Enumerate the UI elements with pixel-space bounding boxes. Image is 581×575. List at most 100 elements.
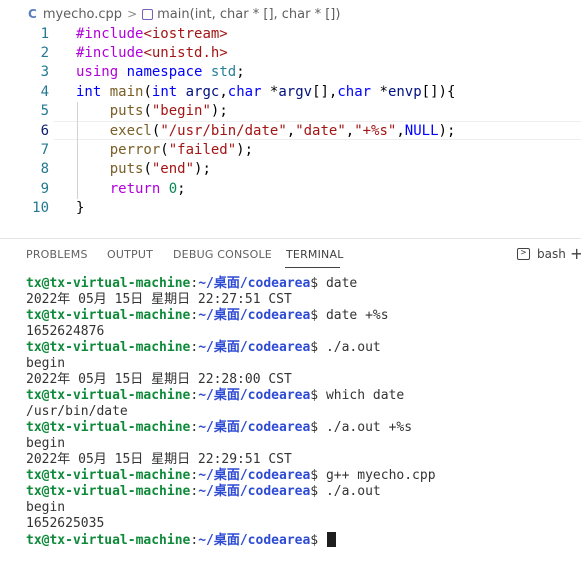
code-line[interactable]: 9 return 0;: [0, 179, 581, 198]
code-text: #include<iostream>: [76, 26, 228, 42]
prompt-path: ~/桌面/codearea: [198, 468, 311, 483]
code-token: "/usr/bin/date": [160, 122, 287, 139]
code-line[interactable]: 6 execl("/usr/bin/date","date","+%s",NUL…: [0, 121, 581, 140]
code-token: (: [160, 142, 169, 159]
code-token: );: [194, 161, 211, 178]
prompt-user: tx@tx-virtual-machine: [26, 533, 191, 548]
terminal-output-line: 1652625035: [26, 516, 105, 531]
shell-selector-label[interactable]: bash: [537, 247, 566, 261]
code-token: <unistd.h>: [143, 45, 228, 62]
prompt-path: ~/桌面/codearea: [198, 388, 311, 403]
code-line[interactable]: 3 using namespace std;: [0, 63, 581, 82]
code-token: ;: [236, 64, 245, 81]
panel-tabs: PROBLEMS OUTPUT DEBUG CONSOLE TERMINAL: [0, 240, 581, 270]
terminal-output-line: 2022年 05月 15日 星期日 22:27:51 CST: [26, 292, 292, 307]
symbol-method-icon: [142, 8, 154, 20]
prompt-path: ~/桌面/codearea: [198, 308, 311, 323]
prompt-user: tx@tx-virtual-machine: [26, 340, 191, 355]
prompt-dollar: $: [310, 420, 319, 435]
terminal-output-line: begin: [26, 356, 66, 371]
code-line[interactable]: 1 #include<iostream>: [0, 24, 581, 43]
breadcrumb-separator: >: [127, 7, 138, 21]
terminal-prompt-line: tx@tx-virtual-machine:~/桌面/codearea$ ./a…: [26, 484, 581, 500]
line-number: 6: [40, 122, 49, 139]
code-token: #include: [76, 45, 144, 62]
terminal-command: ./a.out: [318, 340, 381, 355]
terminal-command: [318, 533, 326, 548]
tab-problems[interactable]: PROBLEMS: [26, 248, 88, 261]
prompt-dollar: $: [310, 533, 319, 548]
code-token: ;: [177, 180, 186, 197]
code-token: NULL: [404, 122, 439, 139]
code-token: (: [143, 161, 152, 178]
line-number: 7: [40, 142, 49, 159]
line-number: 2: [40, 45, 49, 62]
prompt-user: tx@tx-virtual-machine: [26, 276, 191, 291]
prompt-dollar: $: [310, 308, 319, 323]
prompt-user: tx@tx-virtual-machine: [26, 468, 191, 483]
prompt-user: tx@tx-virtual-machine: [26, 484, 191, 499]
code-token: argv: [278, 83, 313, 100]
terminal-output-line: 1652624876: [26, 324, 105, 339]
code-line[interactable]: 2 #include<unistd.h>: [0, 43, 581, 62]
terminal-prompt-line: tx@tx-virtual-machine:~/桌面/codearea$ whi…: [26, 388, 581, 404]
terminal-prompt-line: tx@tx-virtual-machine:~/桌面/codearea$: [26, 532, 581, 548]
code-text: execl("/usr/bin/date","date","+%s",NULL)…: [76, 122, 456, 139]
code-token: *: [371, 83, 388, 100]
prompt-dollar: $: [310, 340, 319, 355]
code-token: "+%s": [354, 122, 397, 139]
code-token: return: [109, 180, 161, 197]
prompt-user: tx@tx-virtual-machine: [26, 388, 191, 403]
code-token: [],: [312, 83, 338, 100]
code-token: );: [236, 142, 254, 159]
terminal-output-line: 2022年 05月 15日 星期日 22:29:51 CST: [26, 452, 292, 467]
terminal-prompt-line: tx@tx-virtual-machine:~/桌面/codearea$ dat…: [26, 308, 581, 324]
code-token: "begin": [151, 103, 211, 120]
code-token: puts: [109, 103, 144, 120]
line-number: 5: [40, 103, 49, 120]
prompt-path: ~/桌面/codearea: [198, 484, 311, 499]
code-token: []){: [421, 83, 456, 100]
code-token: "date": [295, 122, 346, 139]
code-line[interactable]: 5 puts("begin");: [0, 102, 581, 121]
terminal-command: ./a.out: [318, 484, 381, 499]
code-token: std: [210, 64, 237, 81]
terminal-output[interactable]: tx@tx-virtual-machine:~/桌面/codearea$ dat…: [26, 276, 581, 548]
tab-output[interactable]: OUTPUT: [107, 248, 153, 261]
code-line[interactable]: 7 perror("failed");: [0, 140, 581, 159]
prompt-dollar: $: [310, 276, 319, 291]
terminal-prompt-line: tx@tx-virtual-machine:~/桌面/codearea$ ./a…: [26, 420, 581, 436]
terminal-prompt-line: tx@tx-virtual-machine:~/桌面/codearea$ g++…: [26, 468, 581, 484]
terminal-command: date: [318, 276, 358, 291]
code-token: perror: [109, 142, 161, 159]
line-number: 1: [40, 25, 49, 42]
code-editor[interactable]: 1 #include<iostream> 2 #include<unistd.h> 3 u…: [0, 24, 581, 220]
breadcrumb-symbol[interactable]: main(int, char * [], char * []): [157, 7, 340, 22]
code-token: using: [76, 64, 119, 81]
add-terminal-icon[interactable]: +: [570, 244, 581, 263]
code-token: char: [337, 83, 372, 100]
code-line[interactable]: 8 puts("end");: [0, 160, 581, 179]
code-token: int: [76, 83, 102, 100]
line-number: 9: [40, 180, 49, 197]
code-line[interactable]: 10}: [0, 199, 581, 218]
terminal-command: date +%s: [318, 308, 389, 323]
breadcrumb-file[interactable]: myecho.cpp: [43, 7, 122, 22]
terminal-bash-icon[interactable]: >: [517, 248, 530, 260]
code-text: return 0;: [76, 181, 186, 197]
code-line[interactable]: 4 int main(int argc,char *argv[],char *en…: [0, 82, 581, 101]
code-token: int: [151, 83, 178, 100]
code-token: char: [227, 83, 262, 100]
tab-debug-console[interactable]: DEBUG CONSOLE: [173, 248, 272, 261]
tab-terminal[interactable]: TERMINAL: [286, 248, 344, 261]
terminal-prompt-line: tx@tx-virtual-machine:~/桌面/codearea$ dat…: [26, 276, 581, 292]
terminal-command: which date: [318, 388, 405, 403]
code-token: #include: [76, 25, 144, 42]
